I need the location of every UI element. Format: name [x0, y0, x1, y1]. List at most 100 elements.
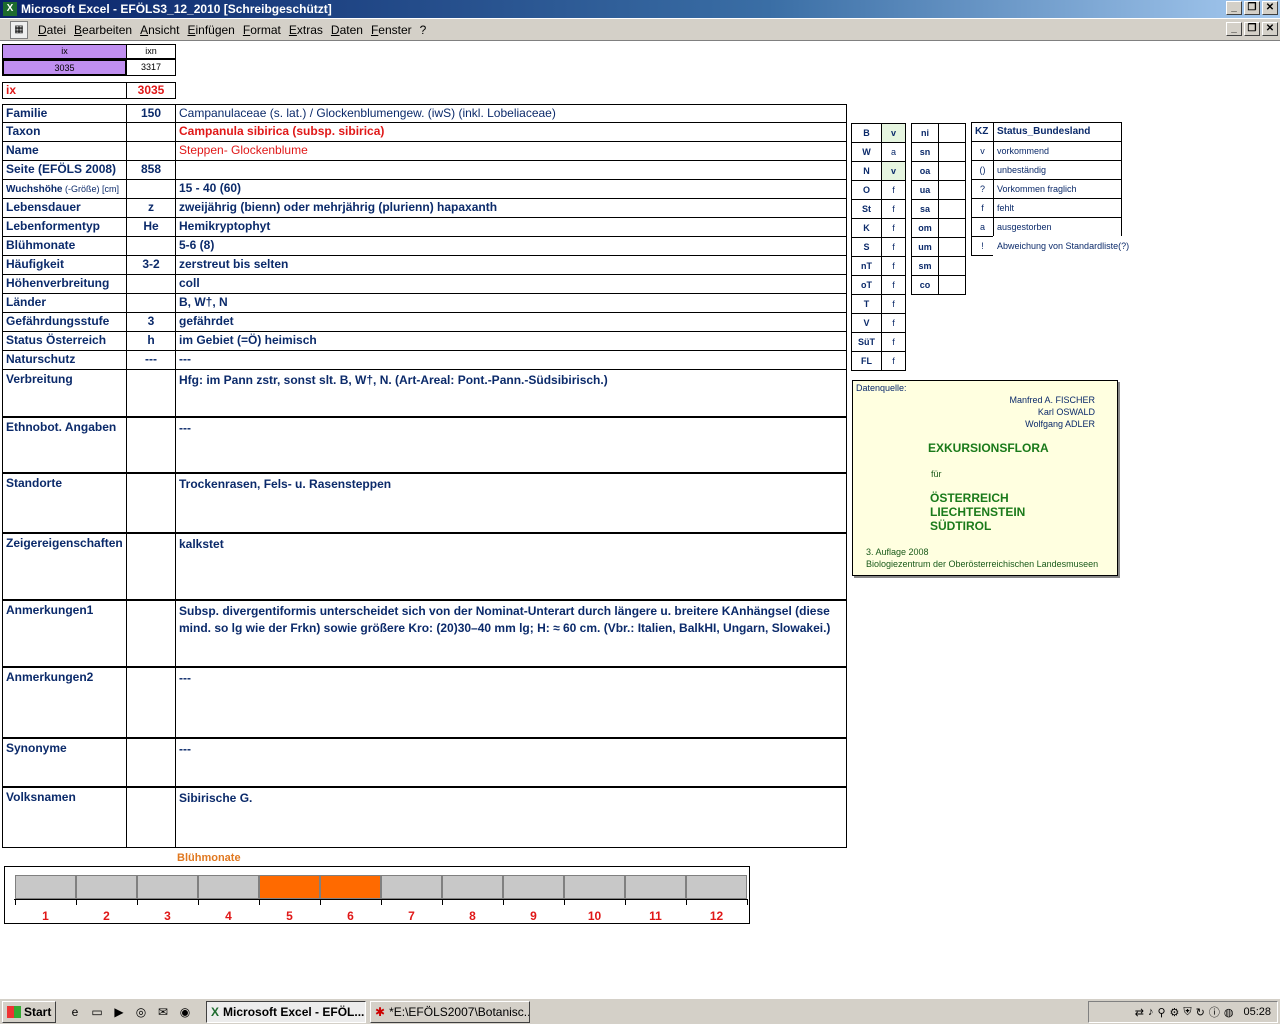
row-label[interactable]: Länder: [2, 293, 127, 313]
row-code[interactable]: [126, 122, 176, 142]
region-code[interactable]: T: [851, 294, 882, 314]
ix-cell[interactable]: 3035: [2, 59, 127, 76]
menu-extras[interactable]: Extras: [285, 23, 327, 37]
altitude-status[interactable]: [938, 161, 966, 181]
altitude-code[interactable]: sa: [911, 199, 939, 219]
row-label[interactable]: Lebensdauer: [2, 198, 127, 218]
media-icon[interactable]: ▶: [110, 1003, 128, 1021]
altitude-status[interactable]: [938, 142, 966, 162]
legend-kz-header[interactable]: KZ: [971, 122, 994, 142]
row-value[interactable]: Campanula sibirica (subsp. sibirica): [175, 122, 847, 142]
info-icon[interactable]: ⓘ: [1209, 1004, 1220, 1020]
region-code[interactable]: N: [851, 161, 882, 181]
altitude-status[interactable]: [938, 218, 966, 238]
big-row-value[interactable]: Sibirische G.: [175, 787, 847, 848]
tools-icon[interactable]: ⚙: [1170, 1006, 1180, 1019]
big-row-label[interactable]: Ethnobot. Angaben: [2, 417, 127, 473]
region-status[interactable]: f: [881, 275, 906, 295]
row-value[interactable]: im Gebiet (=Ö) heimisch: [175, 331, 847, 351]
big-row-code[interactable]: [126, 473, 176, 533]
region-status[interactable]: f: [881, 313, 906, 333]
row-label[interactable]: Status Österreich: [2, 331, 127, 351]
ix-header[interactable]: ix: [2, 44, 127, 59]
region-code[interactable]: W: [851, 142, 882, 162]
menu-fenster[interactable]: Fenster: [367, 23, 416, 37]
close-icon[interactable]: ✕: [1262, 22, 1278, 36]
region-status[interactable]: f: [881, 351, 906, 371]
row-value[interactable]: zerstreut bis selten: [175, 255, 847, 275]
big-row-code[interactable]: [126, 369, 176, 417]
altitude-code[interactable]: sm: [911, 256, 939, 276]
region-status[interactable]: f: [881, 218, 906, 238]
row-label[interactable]: Naturschutz: [2, 350, 127, 370]
legend-key[interactable]: a: [971, 217, 994, 237]
legend-text[interactable]: ausgestorben: [993, 217, 1122, 237]
row-value[interactable]: Hemikryptophyt: [175, 217, 847, 237]
row-label[interactable]: Höhenverbreitung: [2, 274, 127, 294]
big-row-value[interactable]: ---: [175, 417, 847, 473]
region-code[interactable]: V: [851, 313, 882, 333]
region-status[interactable]: f: [881, 199, 906, 219]
altitude-status[interactable]: [938, 256, 966, 276]
minimize-icon[interactable]: _: [1226, 1, 1242, 15]
row-code[interactable]: 3-2: [126, 255, 176, 275]
row-label[interactable]: Gefährdungsstufe: [2, 312, 127, 332]
task-excel[interactable]: X Microsoft Excel - EFÖL...: [206, 1000, 366, 1023]
minimize-icon[interactable]: _: [1226, 22, 1242, 36]
big-row-value[interactable]: ---: [175, 667, 847, 738]
menu-help[interactable]: ?: [416, 23, 431, 37]
altitude-code[interactable]: ni: [911, 123, 939, 143]
big-row-code[interactable]: [126, 417, 176, 473]
legend-text[interactable]: vorkommend: [993, 141, 1122, 161]
big-row-value[interactable]: Trockenrasen, Fels- u. Rasensteppen: [175, 473, 847, 533]
browser-icon[interactable]: ◎: [132, 1003, 150, 1021]
menu-ansicht[interactable]: Ansicht: [136, 23, 183, 37]
ie-icon[interactable]: e: [66, 1003, 84, 1021]
row-value[interactable]: 15 - 40 (60): [175, 179, 847, 199]
row-code[interactable]: [126, 141, 176, 161]
region-status[interactable]: f: [881, 237, 906, 257]
region-status[interactable]: v: [881, 123, 906, 143]
row-code[interactable]: h: [126, 331, 176, 351]
workbook-icon[interactable]: ▦: [10, 20, 28, 39]
legend-key[interactable]: !: [971, 236, 994, 256]
altitude-code[interactable]: co: [911, 275, 939, 295]
menu-format[interactable]: Format: [239, 23, 285, 37]
region-status[interactable]: f: [881, 294, 906, 314]
start-button[interactable]: Start: [2, 1000, 56, 1023]
region-code[interactable]: SüT: [851, 332, 882, 352]
ix-big-label[interactable]: ix: [2, 82, 127, 99]
globe-icon[interactable]: ◍: [1224, 1006, 1234, 1019]
altitude-status[interactable]: [938, 180, 966, 200]
region-code[interactable]: K: [851, 218, 882, 238]
altitude-code[interactable]: um: [911, 237, 939, 257]
close-icon[interactable]: ✕: [1262, 1, 1278, 15]
row-code[interactable]: 150: [126, 104, 176, 124]
row-value[interactable]: zweijährig (bienn) oder mehrjährig (plur…: [175, 198, 847, 218]
row-value[interactable]: Steppen- Glockenblume: [175, 141, 847, 161]
firefox-icon[interactable]: ◉: [176, 1003, 194, 1021]
legend-key[interactable]: ?: [971, 179, 994, 199]
row-code[interactable]: He: [126, 217, 176, 237]
row-code[interactable]: [126, 179, 176, 199]
row-value[interactable]: B, W†, N: [175, 293, 847, 313]
big-row-code[interactable]: [126, 600, 176, 667]
region-code[interactable]: oT: [851, 275, 882, 295]
legend-key[interactable]: f: [971, 198, 994, 218]
altitude-status[interactable]: [938, 275, 966, 295]
big-row-label[interactable]: Synonyme: [2, 738, 127, 787]
row-value[interactable]: [175, 160, 847, 180]
region-code[interactable]: B: [851, 123, 882, 143]
region-code[interactable]: S: [851, 237, 882, 257]
legend-text[interactable]: Vorkommen fraglich: [993, 179, 1122, 199]
row-value[interactable]: gefährdet: [175, 312, 847, 332]
legend-key[interactable]: v: [971, 141, 994, 161]
big-row-code[interactable]: [126, 738, 176, 787]
altitude-code[interactable]: om: [911, 218, 939, 238]
big-row-label[interactable]: Standorte: [2, 473, 127, 533]
email-icon[interactable]: ✉: [154, 1003, 172, 1021]
big-row-value[interactable]: Hfg: im Pann zstr, sonst slt. B, W†, N. …: [175, 369, 847, 417]
row-value[interactable]: Campanulaceae (s. lat.) / Glockenblumeng…: [175, 104, 847, 124]
row-label[interactable]: Seite (EFÖLS 2008): [2, 160, 127, 180]
big-row-label[interactable]: Anmerkungen1: [2, 600, 127, 667]
